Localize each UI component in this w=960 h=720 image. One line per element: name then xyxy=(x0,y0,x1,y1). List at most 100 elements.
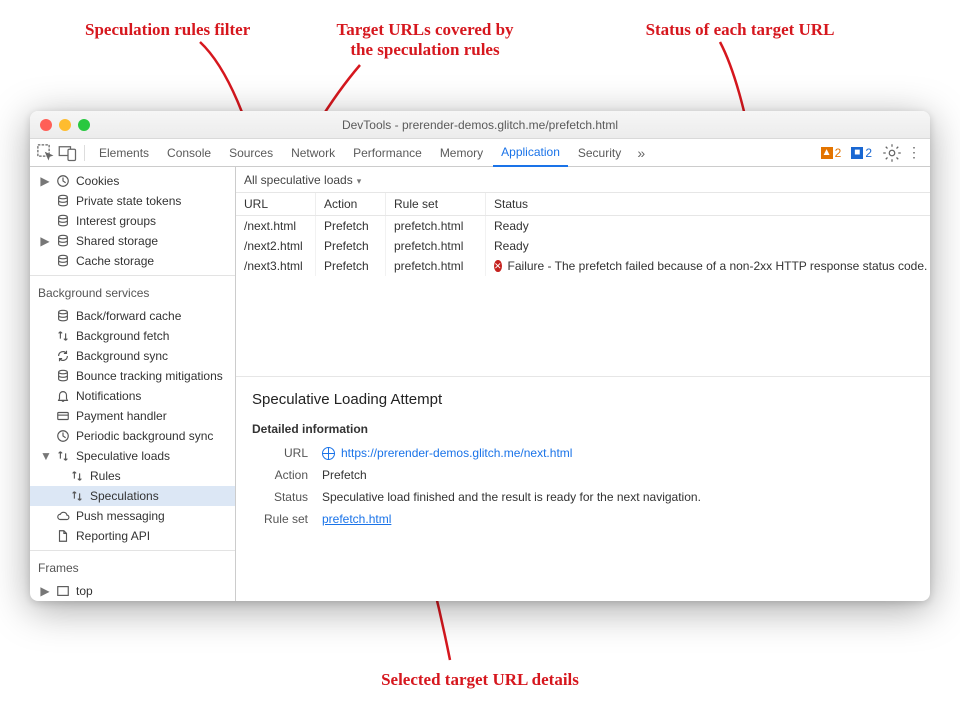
speculative-loads-filter[interactable]: All speculative loads xyxy=(236,167,930,193)
sidebar-item-speculations[interactable]: Speculations xyxy=(30,486,235,506)
sidebar-item-label: Background fetch xyxy=(76,329,169,343)
disclosure-triangle-icon[interactable]: ▶ xyxy=(40,584,50,598)
sidebar-item-cache-storage[interactable]: Cache storage xyxy=(30,251,235,271)
updown-icon xyxy=(56,329,70,343)
settings-icon[interactable] xyxy=(882,143,902,163)
table-row[interactable]: /next2.htmlPrefetchprefetch.htmlReady xyxy=(236,236,930,256)
clock-icon xyxy=(56,429,70,443)
col-action[interactable]: Action xyxy=(316,193,386,215)
updown-icon xyxy=(70,469,84,483)
cell-status: Ready xyxy=(486,216,930,236)
sidebar-item-speculative-loads[interactable]: ▼ Speculative loads xyxy=(30,446,235,466)
sidebar-item-periodic-background-sync[interactable]: Periodic background sync xyxy=(30,426,235,446)
disclosure-triangle-icon[interactable]: ▼ xyxy=(40,449,50,463)
window-titlebar: DevTools - prerender-demos.glitch.me/pre… xyxy=(30,111,930,139)
annotation-details: Selected target URL details xyxy=(350,670,610,690)
col-url[interactable]: URL xyxy=(236,193,316,215)
card-icon xyxy=(56,409,70,423)
sidebar-item-interest-groups[interactable]: Interest groups xyxy=(30,211,235,231)
devtools-window: DevTools - prerender-demos.glitch.me/pre… xyxy=(30,111,930,601)
sidebar-item-label: Rules xyxy=(90,469,121,483)
sidebar-item-push-messaging[interactable]: Push messaging xyxy=(30,506,235,526)
cell-status: Ready xyxy=(486,236,930,256)
sidebar-item-label: Interest groups xyxy=(76,214,156,228)
annotation-filter: Speculation rules filter xyxy=(85,20,250,40)
sidebar-item-top[interactable]: ▶ top xyxy=(30,581,235,601)
updown-icon xyxy=(56,449,70,463)
tab-elements[interactable]: Elements xyxy=(91,139,157,167)
kebab-menu-icon[interactable]: ⋮ xyxy=(904,143,924,163)
cell-ruleset: prefetch.html xyxy=(386,236,486,256)
tab-memory[interactable]: Memory xyxy=(432,139,491,167)
db-icon xyxy=(56,214,70,228)
sidebar-item-private-state-tokens[interactable]: Private state tokens xyxy=(30,191,235,211)
sidebar-item-label: top xyxy=(76,584,93,598)
tab-sources[interactable]: Sources xyxy=(221,139,281,167)
cell-status: ✕Failure - The prefetch failed because o… xyxy=(486,256,930,276)
details-status-value: Speculative load finished and the result… xyxy=(322,490,914,504)
annotation-targets: Target URLs covered by the speculation r… xyxy=(310,20,540,61)
file-icon xyxy=(56,529,70,543)
frame-icon xyxy=(56,584,70,598)
sidebar-item-background-fetch[interactable]: Background fetch xyxy=(30,326,235,346)
db-icon xyxy=(56,194,70,208)
sidebar-item-notifications[interactable]: Notifications xyxy=(30,386,235,406)
sidebar-item-label: Private state tokens xyxy=(76,194,181,208)
db-icon xyxy=(56,309,70,323)
tab-security[interactable]: Security xyxy=(570,139,629,167)
cloud-icon xyxy=(56,509,70,523)
sidebar-item-reporting-api[interactable]: Reporting API xyxy=(30,526,235,546)
filter-dropdown[interactable]: All speculative loads xyxy=(244,173,361,187)
sidebar-item-bounce-tracking-mitigations[interactable]: Bounce tracking mitigations xyxy=(30,366,235,386)
tab-performance[interactable]: Performance xyxy=(345,139,430,167)
sidebar-item-label: Shared storage xyxy=(76,234,158,248)
speculations-table: URL Action Rule set Status /next.htmlPre… xyxy=(236,193,930,377)
cell-url: /next3.html xyxy=(236,256,316,276)
device-toggle-icon[interactable] xyxy=(58,143,78,163)
col-status[interactable]: Status xyxy=(486,193,930,215)
sidebar-item-label: Reporting API xyxy=(76,529,150,543)
sidebar-item-label: Background sync xyxy=(76,349,168,363)
sidebar-item-label: Periodic background sync xyxy=(76,429,213,443)
sidebar-item-shared-storage[interactable]: ▶ Shared storage xyxy=(30,231,235,251)
tab-console[interactable]: Console xyxy=(159,139,219,167)
sidebar-item-back-forward-cache[interactable]: Back/forward cache xyxy=(30,306,235,326)
disclosure-triangle-icon[interactable]: ▶ xyxy=(40,174,50,188)
sidebar-section-title: Frames xyxy=(30,555,235,581)
db-icon xyxy=(56,254,70,268)
sidebar-item-background-sync[interactable]: Background sync xyxy=(30,346,235,366)
col-ruleset[interactable]: Rule set xyxy=(386,193,486,215)
sidebar-item-label: Speculative loads xyxy=(76,449,170,463)
details-url-value[interactable]: https://prerender-demos.glitch.me/next.h… xyxy=(322,446,914,460)
table-row[interactable]: /next3.htmlPrefetchprefetch.html✕Failure… xyxy=(236,256,930,276)
sidebar-item-cookies[interactable]: ▶Cookies xyxy=(30,171,235,191)
info-indicator[interactable]: ■2 xyxy=(851,146,872,160)
cell-action: Prefetch xyxy=(316,236,386,256)
tab-application[interactable]: Application xyxy=(493,139,568,167)
details-heading: Speculative Loading Attempt xyxy=(252,391,914,408)
sidebar-item-payment-handler[interactable]: Payment handler xyxy=(30,406,235,426)
disclosure-triangle-icon[interactable]: ▶ xyxy=(40,234,50,248)
tab-network[interactable]: Network xyxy=(283,139,343,167)
warnings-indicator[interactable]: ▲2 xyxy=(821,146,842,160)
cell-ruleset: prefetch.html xyxy=(386,216,486,236)
warnings-count: 2 xyxy=(835,146,842,160)
sidebar-item-rules[interactable]: Rules xyxy=(30,466,235,486)
table-row[interactable]: /next.htmlPrefetchprefetch.htmlReady xyxy=(236,216,930,236)
inspect-icon[interactable] xyxy=(36,143,56,163)
sidebar-item-label: Speculations xyxy=(90,489,159,503)
sidebar-item-label: Notifications xyxy=(76,389,141,403)
db-icon xyxy=(56,234,70,248)
more-tabs-icon[interactable]: » xyxy=(631,143,651,163)
cell-ruleset: prefetch.html xyxy=(386,256,486,276)
db-icon xyxy=(56,369,70,383)
sidebar-item-label: Payment handler xyxy=(76,409,167,423)
sidebar-item-label: Cache storage xyxy=(76,254,154,268)
details-ruleset-value[interactable]: prefetch.html xyxy=(322,512,914,526)
details-ruleset-label: Rule set xyxy=(252,512,308,526)
annotation-status: Status of each target URL xyxy=(610,20,870,40)
sidebar-item-label: Back/forward cache xyxy=(76,309,181,323)
details-subheading: Detailed information xyxy=(252,422,914,436)
updown-icon xyxy=(70,489,84,503)
globe-icon xyxy=(322,447,335,460)
